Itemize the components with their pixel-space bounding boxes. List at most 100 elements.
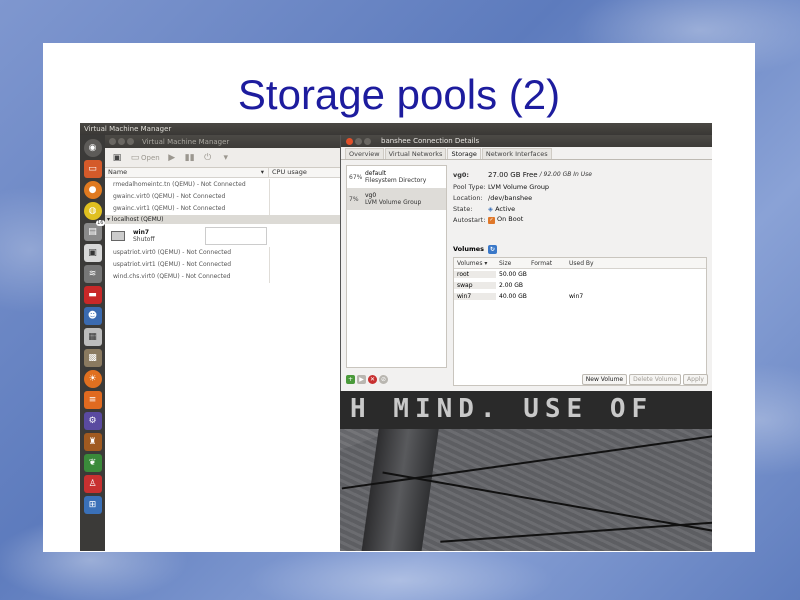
state-label: State: [453, 204, 473, 213]
connection-label: gwainc.virt0 (QEMU) - Not Connected [113, 193, 226, 200]
new-vm-button[interactable]: ▣ [111, 152, 123, 164]
connection-row[interactable]: uspatriot.virt0 (QEMU) - Not Connected [105, 247, 340, 259]
slide-title: Storage pools (2) [237, 71, 561, 118]
connection-row[interactable]: rmedalhomeintc.tn (QEMU) - Not Connected [105, 179, 340, 191]
details-bottom-bar: + ▶ ✕ ⊘ New Volume Delete Volume Apply [346, 372, 708, 386]
new-volume-button[interactable]: New Volume [581, 373, 628, 385]
chrome-icon[interactable]: ◍ [83, 202, 102, 220]
size-column-header[interactable]: Size [496, 260, 528, 267]
connection-label: wind.chs.virt0 (QEMU) - Not Connected [113, 273, 231, 280]
virt-manager-icon[interactable]: ▣ [83, 244, 102, 262]
connection-row[interactable]: gwainc.virt0 (QEMU) - Not Connected [105, 191, 340, 203]
details-tabs: Overview Virtual Networks Storage Networ… [341, 147, 712, 160]
settings-icon[interactable]: ⚙ [83, 412, 102, 430]
tab-virtual-networks[interactable]: Virtual Networks [384, 148, 447, 159]
volume-used-by: win7 [569, 293, 584, 300]
top-panel-title: Virtual Machine Manager [80, 123, 712, 135]
connection-row[interactable]: gwainc.virt1 (QEMU) - Not Connected [105, 203, 340, 215]
vmm-toolbar: ▣ ▭ Open ▶ ▮▮ ⏻ ▾ [105, 148, 340, 168]
minimize-icon[interactable] [355, 137, 362, 145]
delete-volume-button[interactable]: Delete Volume [629, 373, 682, 385]
vm-name: win7 [133, 228, 150, 236]
group-label: localhost (QEMU) [111, 216, 164, 223]
connection-label: rmedalhomeintc.tn (QEMU) - Not Connected [113, 181, 246, 188]
connection-group-row[interactable]: ▾ localhost (QEMU) [105, 215, 340, 224]
autostart-value: On Boot [497, 215, 524, 223]
terminal-icon[interactable]: ▤ 16 [83, 220, 105, 241]
vm-row-win7[interactable]: win7 Shutoff [105, 224, 340, 247]
pause-button[interactable]: ▮▮ [184, 152, 196, 164]
vmm-window: Virtual Machine Manager ▣ ▭ Open ▶ ▮▮ ⏻ ▾… [105, 135, 340, 551]
tab-network-interfaces[interactable]: Network Interfaces [481, 148, 552, 159]
used-by-column-header[interactable]: Used By [566, 260, 626, 267]
desktop-screenshot: Virtual Machine Manager ◉ ▭ ● ◍ ▤ 16 ▣ ≋ … [80, 123, 712, 551]
location-value: /dev/banshee [488, 193, 533, 202]
game-icon[interactable]: ♜ [83, 433, 102, 451]
pool-type: LVM Volume Group [365, 199, 422, 206]
tab-storage[interactable]: Storage [447, 148, 481, 159]
open-button[interactable]: ▭ Open [129, 152, 160, 164]
table-row[interactable]: root 50.00 GB [454, 269, 706, 280]
dropdown-arrow-icon[interactable]: ▾ [220, 152, 232, 164]
system-monitor-icon[interactable]: ≋ [83, 265, 102, 283]
autostart-checkbox[interactable]: ✓ On Boot [488, 215, 523, 224]
stop-pool-icon[interactable]: ✕ [368, 374, 377, 384]
close-icon[interactable] [346, 137, 353, 145]
wall-text: H MIND. USE OF [340, 391, 712, 429]
checkbox-checked-icon: ✓ [488, 217, 495, 224]
apply-button[interactable]: Apply [683, 373, 708, 385]
volumes-column-label: Volumes [457, 259, 483, 267]
state-value: Active [495, 204, 516, 213]
tab-overview[interactable]: Overview [345, 148, 384, 159]
dash-icon[interactable]: ◉ [83, 139, 102, 157]
barbed-wire [382, 471, 712, 533]
name-column-header[interactable]: Name ▾ [105, 168, 269, 177]
table-row[interactable]: swap 2.00 GB [454, 280, 706, 291]
archive-icon[interactable]: ▩ [83, 349, 102, 367]
pool-usage: 67% [349, 173, 363, 181]
pool-info: vg0: 27.00 GB Free / 92.00 GB In Use Poo… [453, 168, 592, 225]
files-icon[interactable]: ▭ [83, 160, 102, 178]
wallpaper-photo: H MIND. USE OF [340, 391, 712, 551]
maximize-icon[interactable] [364, 137, 371, 145]
open-label: Open [141, 153, 160, 162]
volumes-section: Volumes ↻ Volumes ▾ Size Format Used By r… [453, 243, 707, 386]
delete-pool-icon[interactable]: ⊘ [379, 374, 388, 384]
close-icon[interactable] [109, 138, 116, 145]
connection-row[interactable]: uspatriot.virt1 (QEMU) - Not Connected [105, 259, 340, 271]
presentation-icon[interactable]: ▬ [83, 286, 102, 304]
format-column-header[interactable]: Format [528, 260, 566, 267]
software-center-icon[interactable]: ♙ [83, 475, 102, 493]
add-pool-icon[interactable]: + [346, 374, 355, 384]
shutdown-button[interactable]: ⏻ [202, 152, 214, 164]
location-label: Location: [453, 193, 483, 202]
vm-monitor-icon [111, 230, 125, 241]
minimize-icon[interactable] [118, 138, 125, 145]
pool-type-value: LVM Volume Group [488, 182, 550, 191]
name-column-label: Name [108, 168, 128, 176]
table-row[interactable]: win7 40.00 GB win7 [454, 291, 706, 302]
start-pool-icon[interactable]: ▶ [357, 374, 366, 384]
connection-row[interactable]: wind.chs.virt0 (QEMU) - Not Connected [105, 271, 340, 283]
details-window-title: banshee Connection Details [381, 137, 480, 145]
ubuntu-one-icon[interactable]: ☀ [83, 370, 102, 388]
calculator-icon[interactable]: ▦ [83, 328, 102, 346]
vmm-window-title: Virtual Machine Manager [142, 137, 230, 146]
leaf-app-icon[interactable]: ❦ [83, 454, 102, 472]
pool-item-default[interactable]: 67% default Filesystem Directory [347, 166, 446, 188]
vmm-titlebar: Virtual Machine Manager [105, 135, 340, 148]
pool-item-vg0[interactable]: 7% vg0 LVM Volume Group [347, 188, 446, 210]
volume-name: win7 [454, 293, 496, 300]
maximize-icon[interactable] [127, 138, 134, 145]
workspace-switcher-icon[interactable]: ⊞ [83, 496, 102, 514]
cpu-column-header[interactable]: CPU usage [269, 168, 307, 177]
refresh-icon[interactable]: ↻ [488, 244, 498, 254]
document-icon[interactable]: ≡ [83, 391, 102, 409]
volumes-table: Volumes ▾ Size Format Used By root 50.00… [453, 257, 707, 386]
run-button[interactable]: ▶ [166, 152, 178, 164]
sort-arrow-icon: ▾ [260, 168, 264, 176]
pidgin-icon[interactable]: ☻ [83, 307, 102, 325]
firefox-icon[interactable]: ● [83, 181, 102, 199]
volumes-column-header[interactable]: Volumes ▾ [454, 260, 496, 267]
open-icon: ▭ [130, 152, 140, 163]
